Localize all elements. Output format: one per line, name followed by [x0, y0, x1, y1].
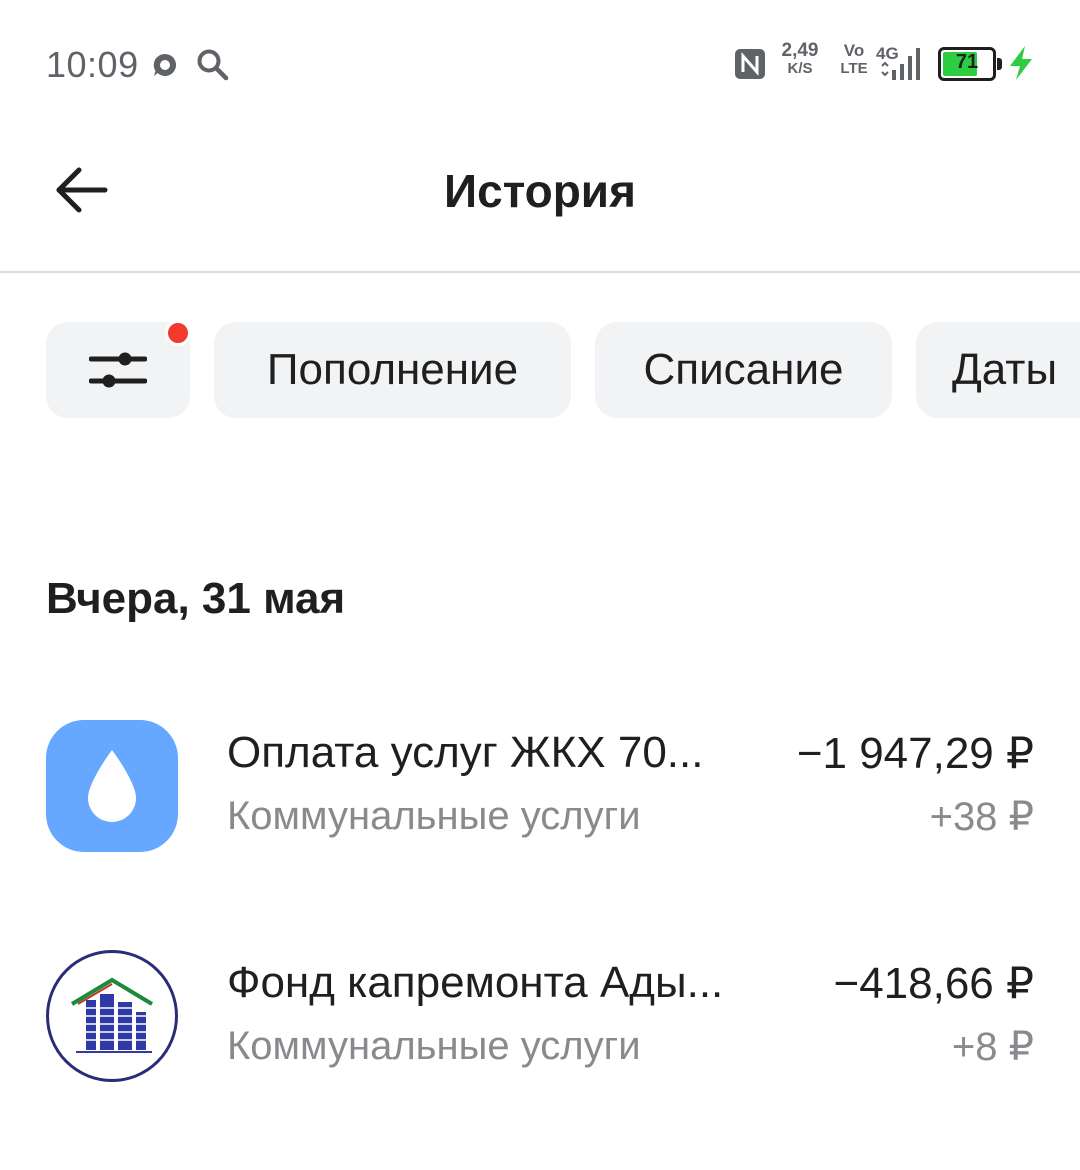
active-filter-badge — [165, 320, 191, 346]
status-bar: 10:09 2,49 K/S Vo LTE 4G 71 — [0, 0, 1080, 130]
battery-cap — [997, 58, 1002, 70]
signal-icon: 4G — [876, 44, 928, 82]
volte-indicator: Vo LTE — [840, 41, 868, 78]
transaction-row[interactable]: Фонд капремонта Ады... Коммунальные услу… — [0, 948, 1080, 1082]
app-header: История — [0, 130, 1080, 273]
sliders-icon — [89, 352, 147, 388]
filter-chip-debit[interactable]: Списание — [595, 322, 892, 418]
history-screen: 10:09 2,49 K/S Vo LTE 4G 71 История Попо… — [0, 0, 1080, 1170]
transaction-amount: −418,66 ₽ — [833, 959, 1035, 1008]
status-time: 10:09 — [46, 44, 139, 85]
transaction-title: Оплата услуг ЖКХ 70... — [227, 728, 704, 777]
search-icon — [197, 49, 229, 81]
transaction-category: Коммунальные услуги — [227, 794, 641, 838]
charging-icon — [1010, 46, 1032, 80]
filter-bar: Пополнение Списание Даты — [0, 322, 1080, 418]
section-date-heading: Вчера, 31 мая — [46, 574, 346, 623]
nfc-icon — [735, 49, 765, 79]
battery-icon: 71 — [938, 47, 996, 81]
transaction-cashback: +8 ₽ — [951, 1025, 1034, 1069]
chat-bubble-icon — [153, 53, 177, 76]
water-drop-icon — [46, 720, 178, 852]
page-title: История — [444, 165, 636, 217]
transaction-cashback: +38 ₽ — [929, 795, 1034, 839]
fund-logo-icon — [46, 950, 178, 1082]
transaction-category: Коммунальные услуги — [227, 1024, 641, 1068]
filter-chip-topup[interactable]: Пополнение — [214, 322, 571, 418]
filter-chip-dates[interactable]: Даты — [916, 322, 1080, 418]
transaction-amount: −1 947,29 ₽ — [796, 729, 1034, 778]
network-speed: 2,49 K/S — [781, 40, 819, 77]
battery-level: 71 — [955, 51, 979, 73]
transaction-title: Фонд капремонта Ады... — [227, 958, 724, 1007]
transaction-row[interactable]: Оплата услуг ЖКХ 70... Коммунальные услу… — [0, 718, 1080, 852]
